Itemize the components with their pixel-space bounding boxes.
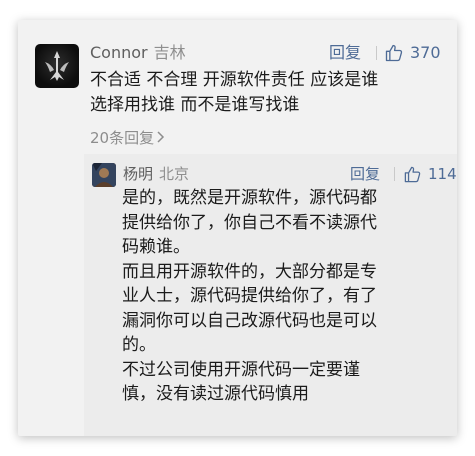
reply-button[interactable]: 回复 xyxy=(329,42,361,64)
reply-to-reply-button[interactable]: 回复 xyxy=(350,163,380,185)
comment-user-line: Connor 吉林 xyxy=(90,42,186,64)
avatar-image xyxy=(92,163,116,187)
chevron-right-icon xyxy=(157,131,165,143)
thumbs-up-icon xyxy=(385,44,403,62)
action-divider xyxy=(376,46,377,60)
reply-action-divider xyxy=(394,167,395,181)
reply-user-line: 杨明 北京 xyxy=(123,163,189,185)
comment-text: 不合适 不合理 开源软件责任 应该是谁 选择用找谁 而不是谁写找谁 xyxy=(90,70,379,115)
replies-count-label: 20条回复 xyxy=(90,129,155,147)
like-button[interactable]: 370 xyxy=(384,42,441,64)
comment-card: Connor 吉林 回复 370 不合适 不合理 开源软件责任 应该是谁 选择用找… xyxy=(18,20,457,436)
reply-user-location: 北京 xyxy=(159,165,190,183)
reply-like-button[interactable]: 114 xyxy=(403,163,457,185)
user-location: 吉林 xyxy=(153,43,186,62)
reply-avatar[interactable] xyxy=(92,163,116,187)
assassin-emblem-icon xyxy=(45,51,69,81)
avatar[interactable] xyxy=(35,44,79,88)
reply-item: 杨明 北京 回复 114 是的，既然是开源软件，源代码都 提供给你了，你自己不看不… xyxy=(84,154,457,436)
view-replies-link[interactable]: 20条回复 xyxy=(90,127,166,149)
reply-like-count: 114 xyxy=(428,165,457,183)
reply-username[interactable]: 杨明 xyxy=(123,165,153,183)
username[interactable]: Connor xyxy=(90,43,148,62)
like-count: 370 xyxy=(410,43,441,62)
reply-text: 是的，既然是开源软件，源代码都 提供给你了，你自己不看不读源代 码赖谁。 而且用… xyxy=(122,188,377,404)
thumbs-up-icon xyxy=(404,166,421,182)
